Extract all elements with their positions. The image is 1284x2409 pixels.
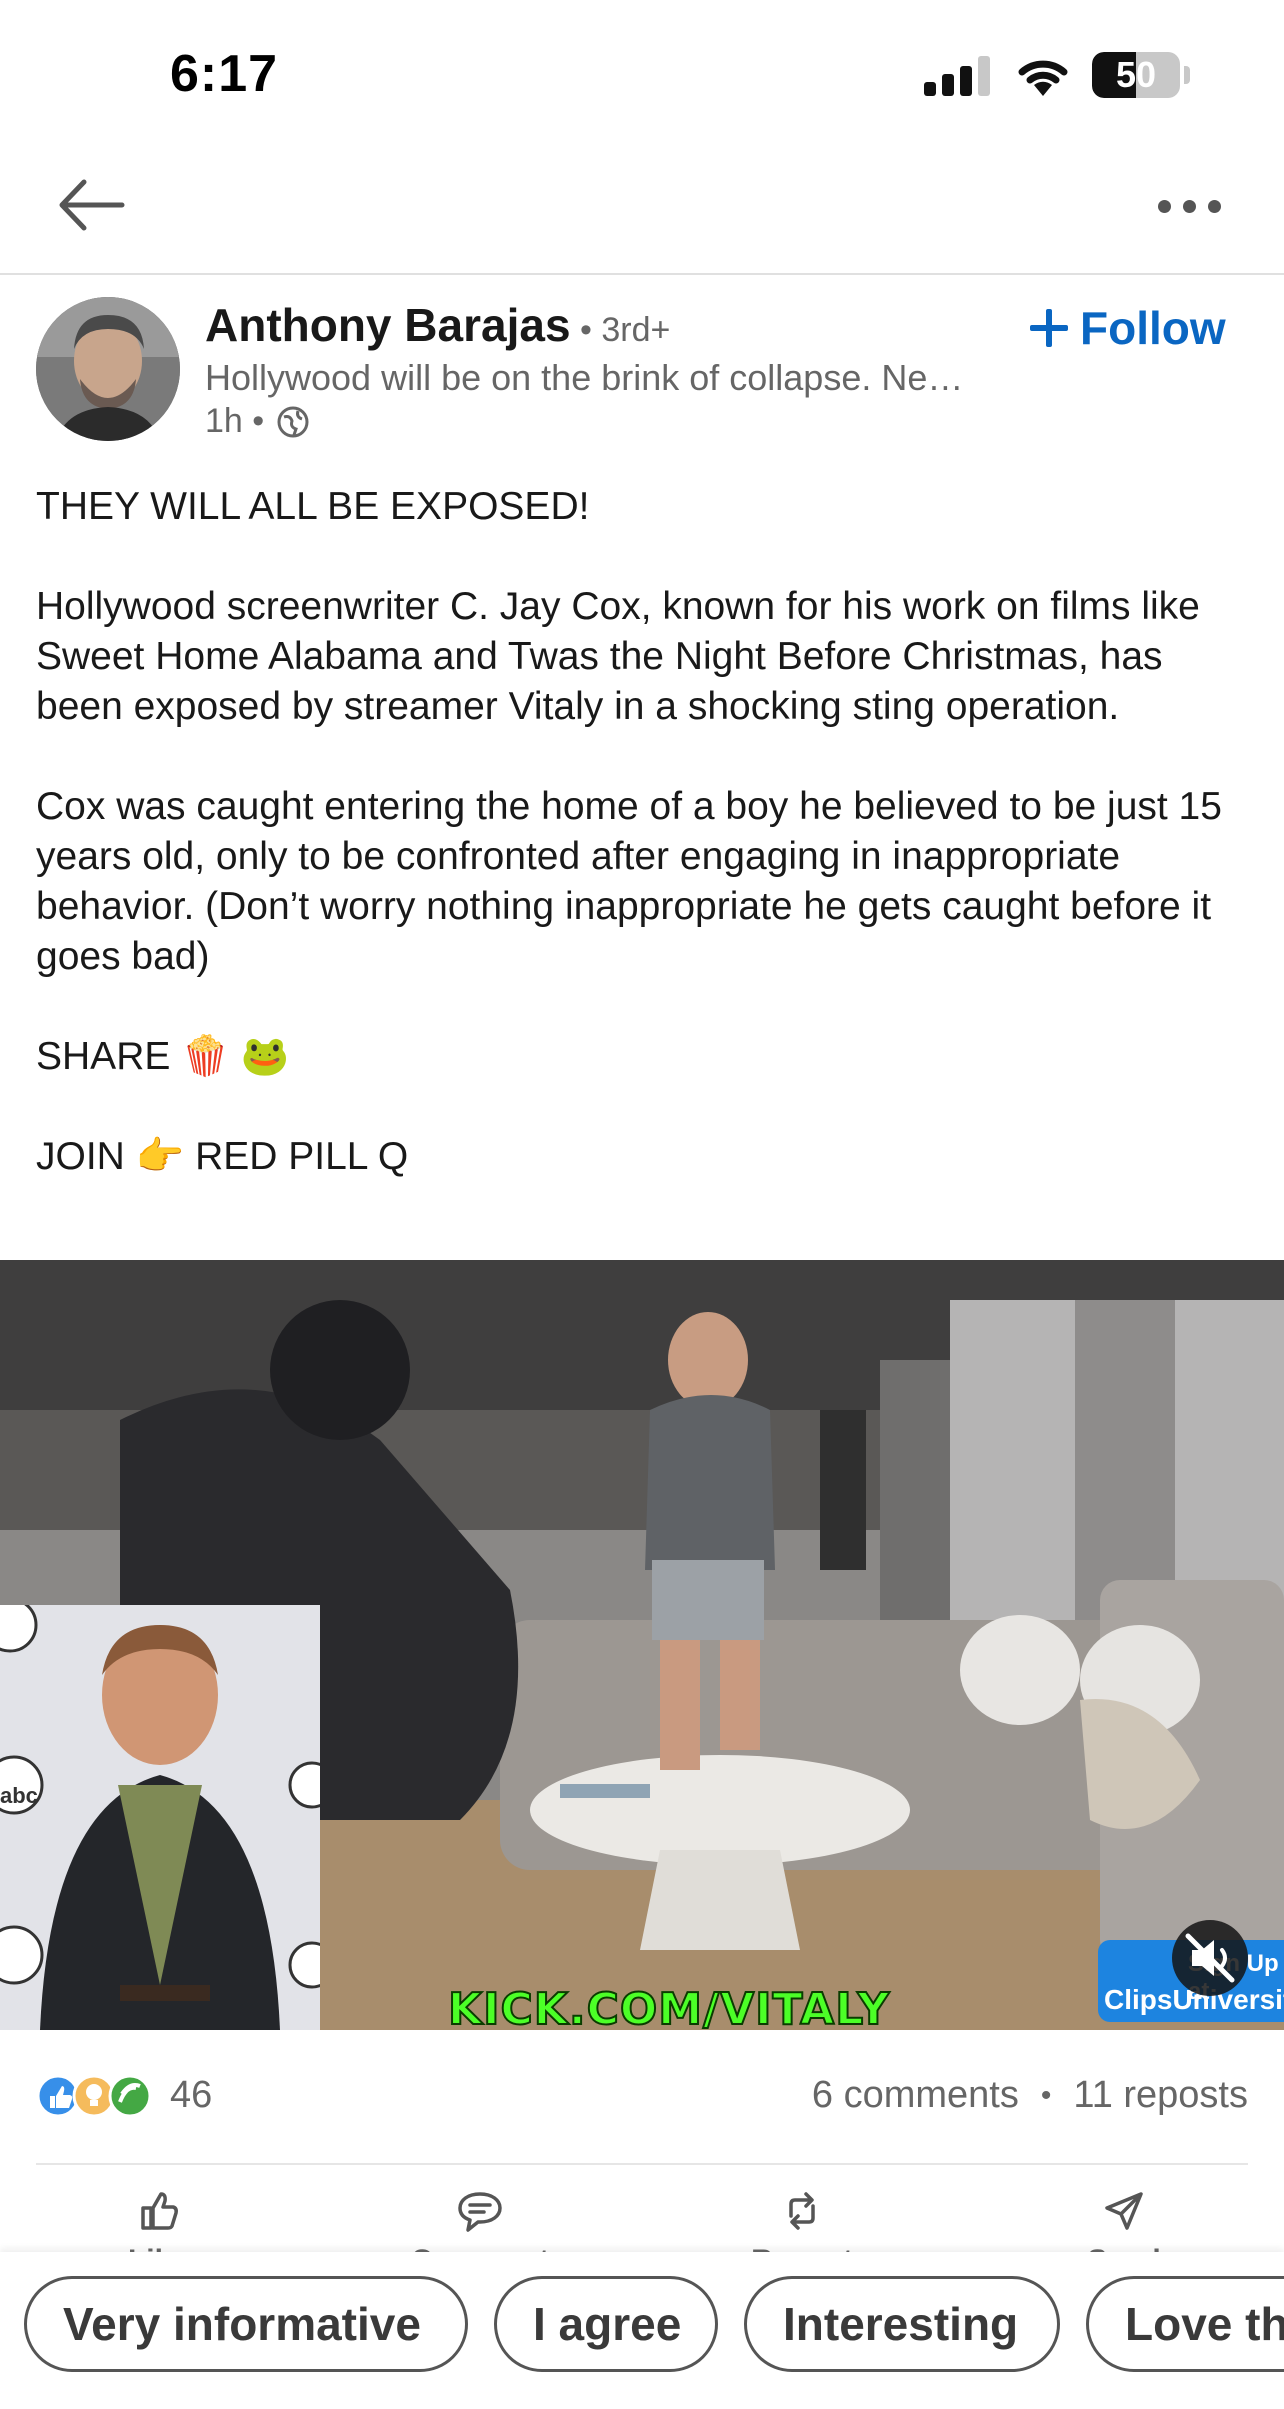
follow-button[interactable]: Follow (1030, 298, 1226, 358)
inset-photo: abc (0, 1605, 320, 2030)
plus-icon (1030, 309, 1068, 347)
send-label: Send (1024, 2244, 1224, 2252)
inset-photo-image (0, 1605, 320, 2030)
reaction-count[interactable]: 46 (170, 2074, 212, 2117)
send-icon (1105, 2192, 1143, 2230)
comments-count[interactable]: 6 comments (812, 2074, 1019, 2117)
post-time: 1h • (205, 402, 265, 440)
comment-suggestion-chips: Very informative I agree Interesting Lov… (0, 2252, 1284, 2409)
avatar-photo (36, 297, 180, 441)
follow-label: Follow (1080, 302, 1226, 354)
counts-separator: • (1040, 2078, 1052, 2112)
post-action-bar: Like Comment Repost Send (0, 2170, 1284, 2252)
like-label: Like (58, 2244, 258, 2252)
battery-level: 50 (1115, 54, 1157, 95)
globe-icon (277, 406, 309, 437)
repost-button[interactable]: Repost (702, 2188, 902, 2252)
top-nav-bar (0, 150, 1284, 275)
chip-i-agree[interactable]: I agree (494, 2276, 718, 2372)
author-headline: Hollywood will be on the brink of collap… (205, 357, 964, 398)
inset-logo-text: abc (0, 1783, 38, 1808)
post-meta: 1h • (205, 402, 310, 441)
wifi-icon (1018, 60, 1068, 96)
comment-icon (458, 2192, 502, 2232)
post-paragraph: SHARE 🍿 🐸 (36, 1035, 290, 1078)
status-bar: 6:17 50 (0, 0, 1284, 150)
video-overlay-text: KICK.COM/VITALY (447, 1983, 891, 2030)
author-name[interactable]: Anthony Barajas (205, 298, 571, 352)
thumbs-up-icon (141, 2192, 178, 2230)
send-button[interactable]: Send (1024, 2188, 1224, 2252)
post-paragraph: Hollywood screenwriter C. Jay Cox, known… (36, 585, 1200, 728)
engagement-counts: 6 comments • 11 reposts (812, 2074, 1248, 2117)
chip-interesting[interactable]: Interesting (744, 2276, 1060, 2372)
status-time: 6:17 (170, 45, 279, 103)
reaction-icons[interactable] (36, 2072, 156, 2120)
like-button[interactable]: Like (58, 2188, 258, 2252)
battery-icon: 50 (1092, 52, 1180, 98)
comment-label: Comment (380, 2244, 580, 2252)
post-paragraph: THEY WILL ALL BE EXPOSED! (36, 485, 590, 528)
mute-glyph (1185, 1933, 1235, 1983)
post-video[interactable]: abc KICK.COM/VITALY Sign Up at ClipsUniv… (0, 1260, 1284, 2030)
more-options-icon[interactable] (1150, 180, 1230, 230)
post-paragraph: JOIN 👉 RED PILL Q (36, 1135, 409, 1178)
muted-speaker-icon[interactable] (1172, 1920, 1248, 1996)
comment-button[interactable]: Comment (380, 2188, 580, 2252)
divider (36, 2163, 1248, 2165)
like-reaction-icon (36, 2074, 80, 2118)
post-paragraph: Cox was caught entering the home of a bo… (36, 785, 1222, 978)
repost-label: Repost (702, 2244, 902, 2252)
social-counts: 46 6 comments • 11 reposts (36, 2064, 1248, 2128)
repost-icon (789, 2192, 815, 2230)
insightful-reaction-icon (72, 2074, 116, 2118)
post-body: THEY WILL ALL BE EXPOSED! Hollywood scre… (36, 482, 1256, 1182)
author-avatar[interactable] (36, 297, 180, 441)
back-arrow-icon[interactable] (52, 170, 142, 240)
cellular-signal-icon (924, 56, 990, 96)
battery-nub (1184, 66, 1190, 84)
chip-love-this[interactable]: Love this (1086, 2276, 1284, 2372)
celebrate-reaction-icon (108, 2074, 152, 2118)
chip-very-informative[interactable]: Very informative (24, 2276, 468, 2372)
connection-degree: • 3rd+ (580, 311, 671, 349)
reposts-count[interactable]: 11 reposts (1073, 2074, 1248, 2117)
